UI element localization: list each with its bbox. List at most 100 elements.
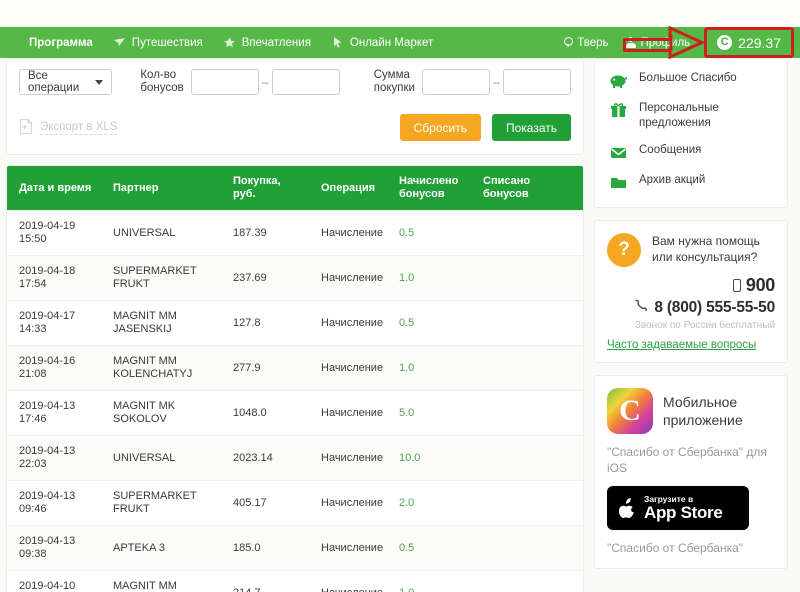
cell-partner: UNIVERSAL xyxy=(107,211,227,256)
city-selector[interactable]: Тверь xyxy=(564,37,608,49)
operations-table-card: Дата и время Партнер Покупка,руб. Операц… xyxy=(6,165,584,592)
short-phone-number: 900 xyxy=(746,275,775,296)
operation-type-select[interactable]: Все операции xyxy=(19,69,112,95)
sidebar-menu-card: Большое Спасибо Персональные предложения xyxy=(594,58,788,208)
document-export-icon xyxy=(19,118,33,138)
main-content: Все операции Кол-во бонусов – Сумма поку… xyxy=(6,58,584,592)
cell-accrued-bonuses: 1.0 xyxy=(393,571,477,592)
cell-purchase-sum: 127.8 xyxy=(227,301,315,346)
bonus-to-input[interactable] xyxy=(272,69,340,95)
location-pin-icon xyxy=(564,37,573,48)
nav-item-onlajn-market[interactable]: Онлайн Маркет xyxy=(331,36,433,49)
cell-debited-bonuses xyxy=(477,481,583,526)
cell-date: 2019-04-10 13:19 xyxy=(7,571,107,592)
export-xls-button[interactable]: Экспорт в XLS xyxy=(19,118,117,138)
cell-operation: Начисление xyxy=(315,481,393,526)
mobile-app-subtitle: "Спасибо от Сбербанка" для iOS xyxy=(607,444,775,476)
cell-operation: Начисление xyxy=(315,526,393,571)
gift-icon xyxy=(609,102,628,119)
bonus-balance-button[interactable]: С 229.37 xyxy=(707,32,791,54)
cursor-icon xyxy=(331,36,344,49)
cell-operation: Начисление xyxy=(315,301,393,346)
bonus-from-input[interactable] xyxy=(191,69,259,95)
sum-to-input[interactable] xyxy=(503,69,571,95)
cell-date: 2019-04-16 21:08 xyxy=(7,346,107,391)
col-header-purchase-sum[interactable]: Покупка,руб. xyxy=(227,166,315,211)
cell-accrued-bonuses: 0.5 xyxy=(393,526,477,571)
nav-label: Программа xyxy=(29,37,93,49)
reset-button[interactable]: Сбросить xyxy=(400,114,481,141)
nav-item-puteshestviya[interactable]: Путешествия xyxy=(113,36,203,49)
cell-accrued-bonuses: 0.5 xyxy=(393,301,477,346)
nav-item-vpechatleniya[interactable]: Впечатления xyxy=(223,36,311,49)
sidebar-item-soobscheniya[interactable]: Сообщения xyxy=(595,137,787,167)
table-row[interactable]: 2019-04-13 09:46SUPERMARKET FRUKT405.17Н… xyxy=(7,481,583,526)
operations-table: Дата и время Партнер Покупка,руб. Операц… xyxy=(7,166,583,592)
long-phone-row[interactable]: 8 (800) 555-55-50 xyxy=(607,298,775,317)
profile-button[interactable]: Профиль xyxy=(619,35,698,51)
cell-accrued-bonuses: 5.0 xyxy=(393,391,477,436)
cell-partner: SUPERMARKET FRUKT xyxy=(107,481,227,526)
nav-item-programma[interactable]: Программа xyxy=(10,36,93,49)
cell-date: 2019-04-13 09:38 xyxy=(7,526,107,571)
cell-operation: Начисление xyxy=(315,391,393,436)
profile-label: Профиль xyxy=(641,37,691,49)
help-card: ? Вам нужна помощь или консультация? 900… xyxy=(594,220,788,363)
sidebar-item-label: Персональные предложения xyxy=(639,101,775,131)
sidebar-item-personalnye-predlozheniya[interactable]: Персональные предложения xyxy=(595,95,787,137)
cell-date: 2019-04-13 09:46 xyxy=(7,481,107,526)
bonus-coin-icon: С xyxy=(717,35,732,50)
table-row[interactable]: 2019-04-19 15:50UNIVERSAL187.39Начислени… xyxy=(7,211,583,256)
show-button[interactable]: Показать xyxy=(492,114,571,141)
help-header: ? Вам нужна помощь или консультация? xyxy=(607,233,775,267)
faq-link[interactable]: Часто задаваемые вопросы xyxy=(607,339,775,351)
cell-accrued-bonuses: 10.0 xyxy=(393,436,477,481)
table-row[interactable]: 2019-04-17 14:33MAGNIT MM JASENSKIJ127.8… xyxy=(7,301,583,346)
app-store-badge[interactable]: Загрузите в App Store xyxy=(607,486,749,530)
page-root: Программа Путешествия Впечатления Онлайн… xyxy=(0,0,800,592)
cell-operation: Начисление xyxy=(315,436,393,481)
folder-icon xyxy=(609,174,628,191)
mobile-app-card: С Мобильное приложение "Спасибо от Сберб… xyxy=(594,375,788,569)
navbar-right-area: Тверь Профиль С 229.37 xyxy=(564,32,800,54)
piggy-bank-icon xyxy=(609,72,628,89)
cell-date: 2019-04-13 17:46 xyxy=(7,391,107,436)
long-phone-number: 8 (800) 555-55-50 xyxy=(654,299,775,317)
cell-purchase-sum: 237.69 xyxy=(227,256,315,301)
col-header-accrued-bonuses[interactable]: Начисленобонусов xyxy=(393,166,477,211)
spasibo-app-icon: С xyxy=(607,388,653,434)
table-row[interactable]: 2019-04-10 13:19MAGNIT MM KOLENCHATYJ214… xyxy=(7,571,583,592)
nav-label: Впечатления xyxy=(242,37,311,49)
cell-partner: MAGNIT MK SOKOLOV xyxy=(107,391,227,436)
bonus-count-label: Кол-во бонусов xyxy=(140,69,183,95)
sum-from-input[interactable] xyxy=(422,69,490,95)
col-header-operation[interactable]: Операция xyxy=(315,166,393,211)
table-body: 2019-04-19 15:50UNIVERSAL187.39Начислени… xyxy=(7,211,583,592)
cell-debited-bonuses xyxy=(477,391,583,436)
cell-operation: Начисление xyxy=(315,571,393,592)
apple-logo-icon xyxy=(619,498,636,518)
table-row[interactable]: 2019-04-16 21:08MAGNIT MM KOLENCHATYJ277… xyxy=(7,346,583,391)
cell-partner: MAGNIT MM JASENSKIJ xyxy=(107,301,227,346)
col-header-partner[interactable]: Партнер xyxy=(107,166,227,211)
sidebar-item-bolshoe-spasibo[interactable]: Большое Спасибо xyxy=(595,65,787,95)
table-row[interactable]: 2019-04-13 17:46MAGNIT MK SOKOLOV1048.0Н… xyxy=(7,391,583,436)
mobile-app-title: Мобильное приложение xyxy=(663,393,775,429)
cell-purchase-sum: 405.17 xyxy=(227,481,315,526)
cell-purchase-sum: 1048.0 xyxy=(227,391,315,436)
table-row[interactable]: 2019-04-13 22:03UNIVERSAL2023.14Начислен… xyxy=(7,436,583,481)
table-row[interactable]: 2019-04-13 09:38APTEKA 3185.0Начисление0… xyxy=(7,526,583,571)
operation-type-value: Все операции xyxy=(28,70,95,94)
short-phone-row[interactable]: 900 xyxy=(607,275,775,296)
sidebar-item-label: Архив акций xyxy=(639,173,705,188)
col-header-debited-bonuses[interactable]: Списанобонусов xyxy=(477,166,583,211)
table-row[interactable]: 2019-04-18 17:54SUPERMARKET FRUKT237.69Н… xyxy=(7,256,583,301)
sidebar-item-arhiv-akcij[interactable]: Архив акций xyxy=(595,167,787,197)
app-store-text: Загрузите в App Store xyxy=(644,494,723,522)
cell-accrued-bonuses: 0.5 xyxy=(393,211,477,256)
bonus-range-dash: – xyxy=(259,75,272,89)
col-header-date[interactable]: Дата и время xyxy=(7,166,107,211)
cell-partner: APTEKA 3 xyxy=(107,526,227,571)
paper-plane-icon xyxy=(113,36,126,49)
city-label: Тверь xyxy=(577,37,608,49)
